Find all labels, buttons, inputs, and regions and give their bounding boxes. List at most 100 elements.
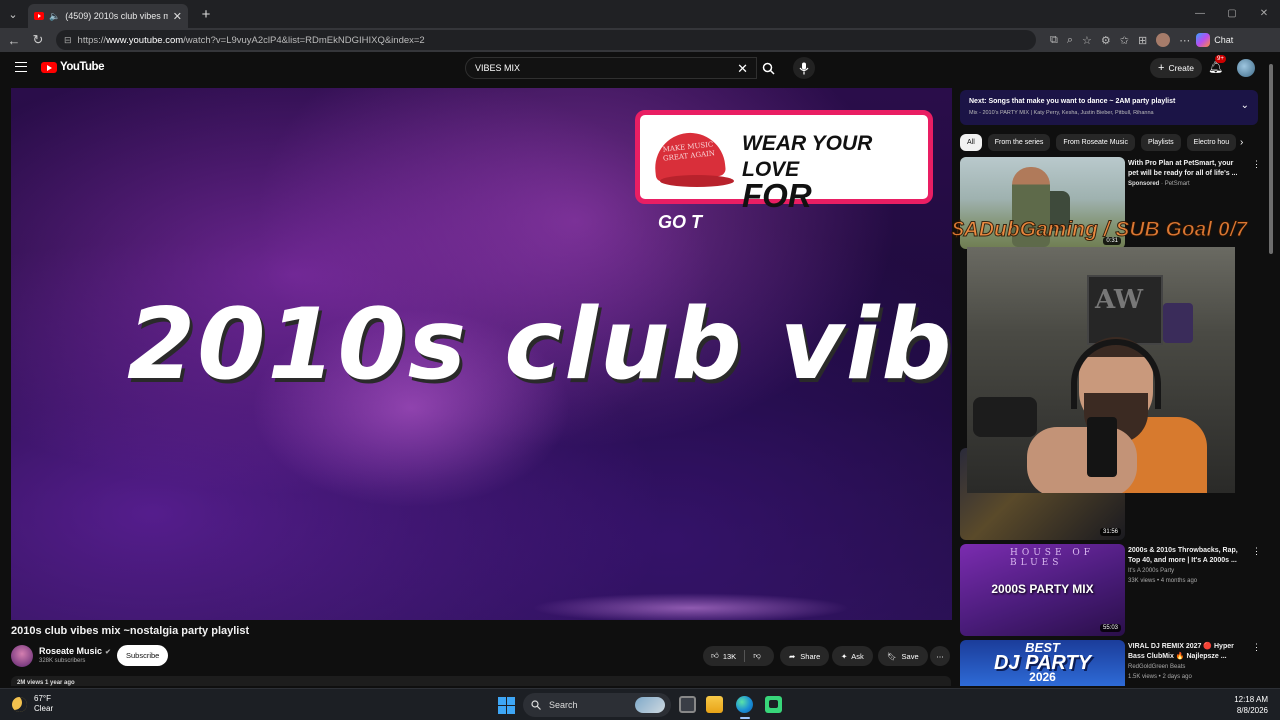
chip-all[interactable]: All — [960, 134, 982, 151]
phone-in-hand — [1087, 417, 1117, 477]
up-next-banner[interactable]: Next: Songs that make you want to dance … — [960, 90, 1258, 125]
thumbs-down-icon: 👎︎ — [753, 651, 761, 660]
window-close-icon[interactable]: ✕ — [1248, 0, 1280, 28]
speaker-icon[interactable]: 🔈 — [49, 11, 60, 22]
video-thumbnail[interactable]: HOUSE OF BLUES 2000S PARTY MIX 55:03 — [960, 544, 1125, 636]
scrollbar-thumb[interactable] — [1269, 64, 1273, 254]
browser-tab-bar: ⌄ 🔈 (4509) 2010s club vibes mix ~ ✕ + — … — [0, 0, 1280, 28]
chip-electro-house[interactable]: Electro hou — [1186, 134, 1237, 151]
more-dots-icon: ⋯ — [936, 651, 944, 661]
duration-badge: 55:03 — [1099, 624, 1121, 632]
extensions-icon[interactable]: ⚙ — [1101, 34, 1111, 47]
microphone-icon — [799, 62, 809, 74]
video-player[interactable]: MAKE MUSIC GREAT AGAIN WEAR YOUR LOVE FO… — [11, 88, 952, 620]
create-button[interactable]: + Create — [1150, 58, 1202, 78]
description-box[interactable] — [11, 676, 951, 686]
streamer-webcam-overlay: AW — [967, 247, 1235, 493]
dislike-button[interactable]: 👎︎ — [745, 651, 769, 661]
headset-icon — [1071, 339, 1161, 409]
subscriber-count: 328K subscribers — [39, 658, 86, 664]
kebab-menu-icon[interactable]: ⋮ — [1252, 642, 1260, 653]
save-button[interactable]: 🔖︎ Save — [878, 646, 928, 666]
favorites-icon[interactable]: ✩ — [1120, 34, 1129, 47]
channel-name[interactable]: Roseate Music ✔ — [39, 646, 111, 656]
windows-start-icon[interactable] — [498, 697, 515, 714]
cap-brim — [660, 175, 734, 187]
youtube-header: YouTube VIBES MIX ✕ + Create 🔔︎ 9+ — [0, 52, 1280, 84]
green-app-icon[interactable] — [765, 696, 782, 713]
sub-goal-banner: $ADubGaming / SUB Goal 0/7 — [951, 218, 1248, 242]
search-icon — [531, 700, 541, 710]
chevron-right-icon[interactable]: › — [1240, 137, 1243, 148]
thumbs-up-icon: 👍︎ — [711, 651, 719, 660]
profile-avatar[interactable] — [1156, 33, 1171, 47]
thumbnail-house-of-blues: HOUSE OF BLUES — [1010, 548, 1095, 568]
system-clock[interactable]: 12:18 AM 8/8/2026 — [1234, 694, 1268, 716]
hamburger-menu-icon[interactable] — [15, 62, 27, 72]
minimize-icon[interactable]: — — [1184, 0, 1216, 28]
site-info-icon[interactable]: ⊟ — [64, 35, 72, 46]
subscribe-button[interactable]: Subscribe — [117, 645, 169, 666]
desk-mic-arm — [973, 397, 1037, 437]
tab-title: (4509) 2010s club vibes mix ~ — [65, 11, 168, 21]
task-view-icon[interactable] — [679, 696, 696, 713]
search-input[interactable]: VIBES MIX ✕ — [465, 57, 757, 79]
list-item[interactable]: BEST DJ PARTY 2026 VIRAL DJ REMIX 2027 🔴… — [960, 640, 1260, 686]
youtube-favicon-icon — [34, 12, 44, 20]
search-button[interactable] — [757, 57, 779, 79]
kebab-menu-icon[interactable]: ⋮ — [1252, 546, 1261, 557]
red-cap-image: MAKE MUSIC GREAT AGAIN — [650, 129, 734, 189]
notification-count-badge: 9+ — [1215, 55, 1226, 63]
promo-line-1: WEAR YOUR LOVE — [742, 132, 873, 181]
youtube-wordmark: YouTube — [60, 61, 104, 73]
copilot-chat-button[interactable]: Chat — [1196, 33, 1233, 47]
channel-avatar[interactable] — [11, 645, 33, 667]
open-app-icon[interactable]: ⧉ — [1050, 34, 1058, 47]
clear-search-icon[interactable]: ✕ — [737, 61, 748, 77]
taskbar-search[interactable]: Search — [523, 693, 671, 717]
maximize-icon[interactable]: ▢ — [1216, 0, 1248, 28]
collections-icon[interactable]: ⊞ — [1138, 34, 1147, 47]
favorite-star-icon[interactable]: ☆ — [1082, 34, 1092, 47]
more-actions-button[interactable]: ⋯ — [930, 646, 950, 666]
chip-from-series[interactable]: From the series — [987, 134, 1051, 151]
file-explorer-icon[interactable] — [706, 696, 723, 713]
more-options-icon[interactable]: ⋯ — [1179, 34, 1190, 47]
share-label: Share — [800, 651, 821, 661]
tab-list-chevron-icon[interactable]: ⌄ — [0, 0, 26, 28]
rec-meta: 33K views • 4 months ago — [1128, 578, 1198, 584]
edge-browser-icon[interactable] — [736, 696, 753, 713]
chip-playlists[interactable]: Playlists — [1140, 134, 1181, 151]
chevron-down-icon[interactable]: ⌄ — [1241, 100, 1249, 111]
active-app-indicator — [740, 717, 750, 719]
tab-close-icon[interactable]: ✕ — [173, 10, 182, 23]
ask-button[interactable]: ✦ Ask — [832, 646, 873, 666]
voice-search-button[interactable] — [793, 57, 815, 79]
video-thumbnail[interactable]: BEST DJ PARTY 2026 — [960, 640, 1125, 686]
sparkle-icon: ✦ — [841, 651, 848, 661]
list-item[interactable]: HOUSE OF BLUES 2000S PARTY MIX 55:03 200… — [960, 544, 1261, 636]
rec-channel: RedGoldGreen Beats — [1128, 664, 1186, 670]
search-input-value: VIBES MIX — [475, 63, 521, 73]
url-field[interactable]: ⊟ https://www.youtube.com/watch?v=L9vuyA… — [56, 30, 1036, 50]
browser-tab-active[interactable]: 🔈 (4509) 2010s club vibes mix ~ ✕ — [28, 4, 188, 28]
weather-widget[interactable]: 67°F Clear — [12, 694, 53, 714]
thumbnail-text: 2000S PARTY MIX — [991, 582, 1094, 596]
up-next-title: Next: Songs that make you want to dance … — [969, 98, 1176, 105]
like-button[interactable]: 👍︎ 13K — [703, 650, 746, 662]
verified-check-icon: ✔ — [105, 649, 111, 656]
back-arrow-icon[interactable]: ← — [2, 33, 26, 48]
zoom-icon[interactable]: ⌕ — [1067, 34, 1073, 47]
video-title: 2010s club vibes mix ~nostalgia party pl… — [11, 625, 250, 637]
account-avatar[interactable] — [1237, 59, 1255, 77]
rec-channel: Sponsored · PetSmart — [1128, 181, 1190, 187]
chip-from-channel[interactable]: From Roseate Music — [1056, 134, 1135, 151]
share-arrow-icon: ➦ — [789, 651, 796, 661]
kebab-menu-icon[interactable]: ⋮ — [1252, 159, 1261, 170]
reload-icon[interactable]: ↻ — [26, 32, 50, 48]
youtube-logo[interactable]: YouTube — [41, 61, 104, 73]
new-tab-button[interactable]: + — [194, 6, 218, 23]
page-scrollbar[interactable] — [1268, 56, 1274, 686]
share-button[interactable]: ➦ Share — [780, 646, 830, 666]
rec-meta: 1.5K views • 2 days ago — [1128, 674, 1192, 680]
